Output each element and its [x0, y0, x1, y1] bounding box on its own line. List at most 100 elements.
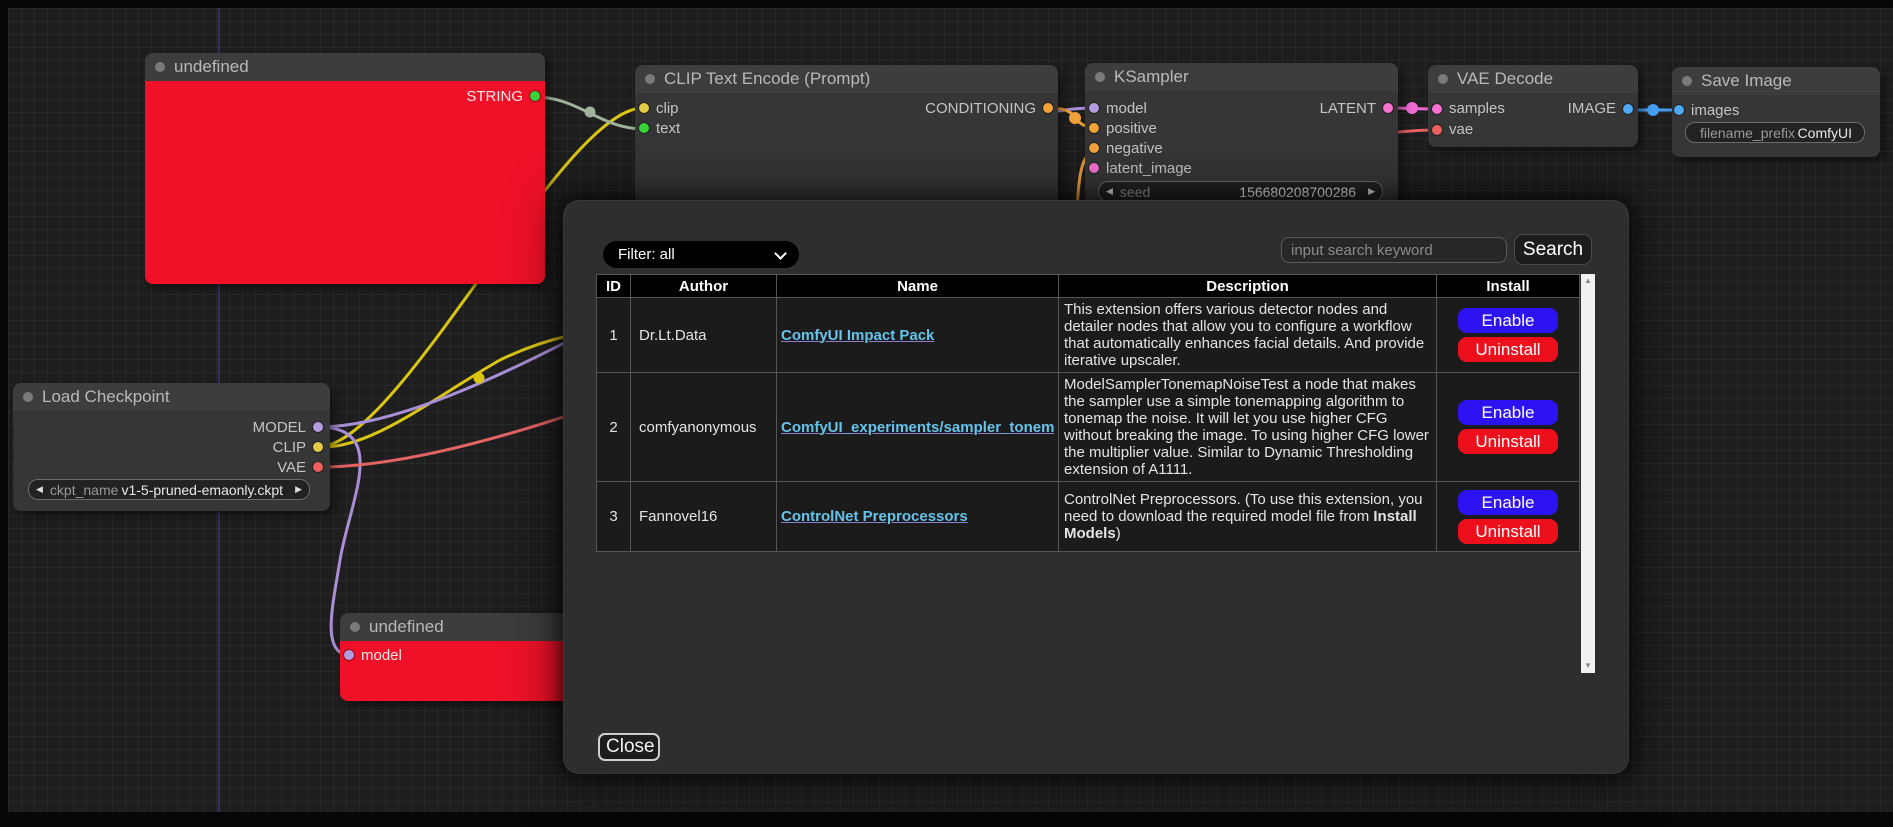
node-collapse-dot[interactable]	[1438, 74, 1448, 84]
uninstall-button[interactable]: Uninstall	[1458, 337, 1558, 362]
slot-clip-input-dot[interactable]	[639, 103, 649, 113]
slot-vae-output-dot[interactable]	[313, 462, 323, 472]
cell-description: ControlNet Preprocessors. (To use this e…	[1059, 482, 1437, 552]
node-title: CLIP Text Encode (Prompt)	[664, 69, 870, 89]
slot-string-output-dot[interactable]	[530, 91, 540, 101]
extension-link[interactable]: ComfyUI Impact Pack	[781, 327, 1054, 344]
col-header-install: Install	[1437, 275, 1580, 298]
cell-description: This extension offers various detector n…	[1059, 298, 1437, 373]
input-label: samples	[1449, 100, 1505, 117]
node-save-image[interactable]: Save Image images filename_prefix ComfyU…	[1672, 67, 1880, 157]
col-header-author: Author	[631, 275, 777, 298]
slot-image-output-dot[interactable]	[1623, 104, 1633, 114]
node-title: KSampler	[1114, 67, 1189, 87]
slot-samples-input-dot[interactable]	[1432, 104, 1442, 114]
node-collapse-dot[interactable]	[645, 74, 655, 84]
node-collapse-dot[interactable]	[1095, 72, 1105, 82]
cell-author: Dr.Lt.Data	[631, 298, 777, 373]
slot-vae-input-dot[interactable]	[1432, 125, 1442, 135]
cell-author: comfyanonymous	[631, 373, 777, 482]
widget-value: 156680208700286	[1239, 184, 1356, 200]
input-label: latent_image	[1106, 160, 1192, 177]
node-title-bar: VAE Decode	[1428, 65, 1638, 93]
widget-name: ckpt_name	[50, 482, 118, 498]
input-label: clip	[656, 100, 679, 117]
slot-model-input-dot[interactable]	[344, 650, 354, 660]
output-label: CLIP	[273, 439, 306, 456]
slot-negative-input-dot[interactable]	[1089, 143, 1099, 153]
slot-model-output-dot[interactable]	[313, 422, 323, 432]
slot-clip-output-dot[interactable]	[313, 442, 323, 452]
search-input[interactable]	[1281, 237, 1507, 263]
node-vae-decode[interactable]: VAE Decode samples IMAGE vae	[1428, 65, 1638, 147]
slot-model-input-dot[interactable]	[1089, 103, 1099, 113]
cell-author: Fannovel16	[631, 482, 777, 552]
slot-conditioning-output-dot[interactable]	[1043, 103, 1053, 113]
cell-id: 3	[597, 482, 631, 552]
cell-id: 2	[597, 373, 631, 482]
node-clip-text-encode[interactable]: CLIP Text Encode (Prompt) clip CONDITION…	[635, 65, 1058, 213]
uninstall-button[interactable]: Uninstall	[1458, 519, 1558, 544]
input-label: model	[1106, 100, 1147, 117]
chevron-down-icon	[774, 247, 787, 260]
search-button[interactable]: Search	[1514, 234, 1592, 265]
widget-decrement-arrow[interactable]: ◀	[29, 484, 50, 495]
enable-button[interactable]: Enable	[1458, 400, 1558, 425]
table-row: 3 Fannovel16 ControlNet Preprocessors Co…	[597, 482, 1580, 552]
wire-dot-clip	[474, 373, 485, 384]
scroll-up-icon[interactable]: ▲	[1581, 277, 1595, 285]
node-load-checkpoint[interactable]: Load Checkpoint MODEL CLIP VAE ◀ ckpt_na…	[13, 383, 330, 511]
input-label: vae	[1449, 121, 1473, 138]
node-title-bar: CLIP Text Encode (Prompt)	[635, 65, 1058, 93]
ckpt-name-widget[interactable]: ◀ ckpt_name v1-5-pruned-emaonly.ckpt ▶	[28, 479, 310, 500]
table-row: 2 comfyanonymous ComfyUI_experiments/sam…	[597, 373, 1580, 482]
widget-value: v1-5-pruned-emaonly.ckpt	[121, 482, 283, 498]
output-label: VAE	[277, 459, 306, 476]
slot-positive-input-dot[interactable]	[1089, 123, 1099, 133]
node-title-bar: undefined	[145, 53, 545, 81]
slot-latent-output-dot[interactable]	[1383, 103, 1393, 113]
col-header-description: Description	[1059, 275, 1437, 298]
extension-link[interactable]: ControlNet Preprocessors	[781, 508, 1054, 525]
node-collapse-dot[interactable]	[1682, 76, 1692, 86]
node-title-bar: undefined	[340, 613, 570, 641]
node-undefined-top[interactable]: undefined STRING	[145, 53, 545, 284]
widget-increment-arrow[interactable]: ▶	[295, 484, 309, 495]
col-header-name: Name	[777, 275, 1059, 298]
seed-widget[interactable]: ◀ seed 156680208700286 ▶	[1098, 181, 1383, 202]
widget-value: ComfyUI	[1798, 125, 1852, 141]
widget-increment-arrow[interactable]: ▶	[1368, 186, 1382, 197]
input-label: text	[656, 120, 680, 137]
node-collapse-dot[interactable]	[23, 392, 33, 402]
enable-button[interactable]: Enable	[1458, 308, 1558, 333]
output-label: LATENT	[1320, 100, 1376, 117]
widget-decrement-arrow[interactable]: ◀	[1099, 186, 1120, 197]
node-collapse-dot[interactable]	[155, 62, 165, 72]
enable-button[interactable]: Enable	[1458, 490, 1558, 515]
uninstall-button[interactable]: Uninstall	[1458, 429, 1558, 454]
extension-link[interactable]: ComfyUI_experiments/sampler_tonemap	[781, 419, 1054, 436]
slot-text-input-dot[interactable]	[639, 123, 649, 133]
node-title: Save Image	[1701, 71, 1792, 91]
extension-table: ID Author Name Description Install 1 Dr.…	[596, 274, 1580, 552]
extension-manager-dialog: Filter: all Search ID Author Name Descri…	[563, 200, 1629, 774]
filter-select[interactable]: Filter: all	[603, 241, 799, 268]
node-undefined-bottom[interactable]: undefined model	[340, 613, 570, 701]
slot-images-input-dot[interactable]	[1674, 105, 1684, 115]
filename-prefix-widget[interactable]: filename_prefix ComfyUI	[1685, 122, 1865, 143]
node-title: Load Checkpoint	[42, 387, 170, 407]
scroll-down-icon[interactable]: ▼	[1581, 662, 1595, 670]
widget-name: seed	[1120, 184, 1150, 200]
output-label: CONDITIONING	[925, 100, 1036, 117]
node-title: VAE Decode	[1457, 69, 1553, 89]
node-title: undefined	[174, 57, 249, 77]
table-scrollbar[interactable]: ▲ ▼	[1581, 274, 1595, 673]
widget-name: filename_prefix	[1700, 125, 1795, 141]
wire-dot-string	[585, 107, 596, 118]
input-label: images	[1691, 102, 1739, 119]
input-label: positive	[1106, 120, 1157, 137]
close-button[interactable]: Close	[598, 733, 660, 761]
node-collapse-dot[interactable]	[350, 622, 360, 632]
slot-latent-image-input-dot[interactable]	[1089, 163, 1099, 173]
input-label: negative	[1106, 140, 1163, 157]
